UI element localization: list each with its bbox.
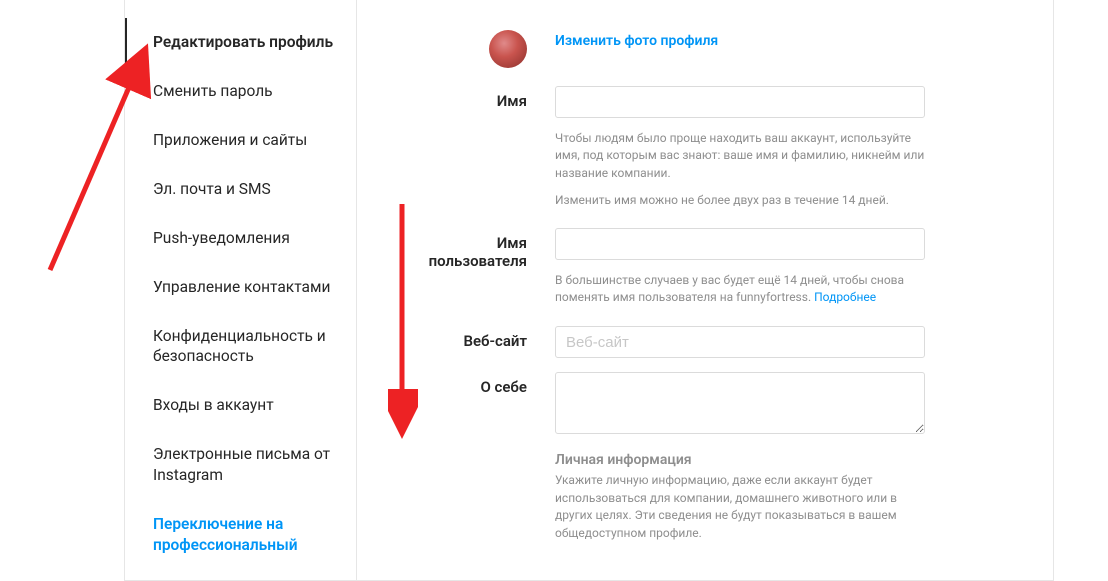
- settings-sidebar: Редактировать профиль Сменить пароль При…: [125, 0, 357, 580]
- username-input[interactable]: [555, 228, 925, 260]
- username-help-more-link[interactable]: Подробнее: [814, 290, 876, 304]
- personal-info-title: Личная информация: [555, 452, 925, 468]
- sidebar-item-email-sms[interactable]: Эл. почта и SMS: [125, 165, 356, 214]
- name-input[interactable]: [555, 86, 925, 118]
- change-photo-link[interactable]: Изменить фото профиля: [555, 31, 718, 49]
- sidebar-item-emails-from-instagram[interactable]: Электронные письма от Instagram: [125, 430, 356, 500]
- name-help-2: Изменить имя можно не более двух раз в т…: [555, 192, 925, 209]
- sidebar-item-change-password[interactable]: Сменить пароль: [125, 67, 356, 116]
- bio-textarea[interactable]: [555, 372, 925, 434]
- sidebar-item-login-activity[interactable]: Входы в аккаунт: [125, 381, 356, 430]
- sidebar-item-edit-profile[interactable]: Редактировать профиль: [125, 18, 356, 67]
- name-label: Имя: [397, 86, 555, 110]
- sidebar-item-privacy-security[interactable]: Конфиденциальность и безопасность: [125, 312, 356, 382]
- sidebar-item-apps-websites[interactable]: Приложения и сайты: [125, 116, 356, 165]
- username-label: Имя пользователя: [397, 228, 555, 270]
- bio-label: О себе: [397, 372, 555, 396]
- website-label: Веб-сайт: [397, 326, 555, 350]
- avatar[interactable]: [489, 30, 527, 68]
- website-input[interactable]: [555, 326, 925, 358]
- sidebar-item-manage-contacts[interactable]: Управление контактами: [125, 263, 356, 312]
- name-help-1: Чтобы людям было проще находить ваш акка…: [555, 130, 925, 182]
- username-help: В большинстве случаев у вас будет ещё 14…: [555, 272, 925, 307]
- profile-form: Изменить фото профиля Имя Чтобы людям бы…: [357, 0, 1053, 580]
- sidebar-item-push-notifications[interactable]: Push-уведомления: [125, 214, 356, 263]
- personal-info-help: Укажите личную информацию, даже если акк…: [555, 472, 925, 542]
- sidebar-item-switch-professional[interactable]: Переключение на профессиональный: [125, 500, 356, 570]
